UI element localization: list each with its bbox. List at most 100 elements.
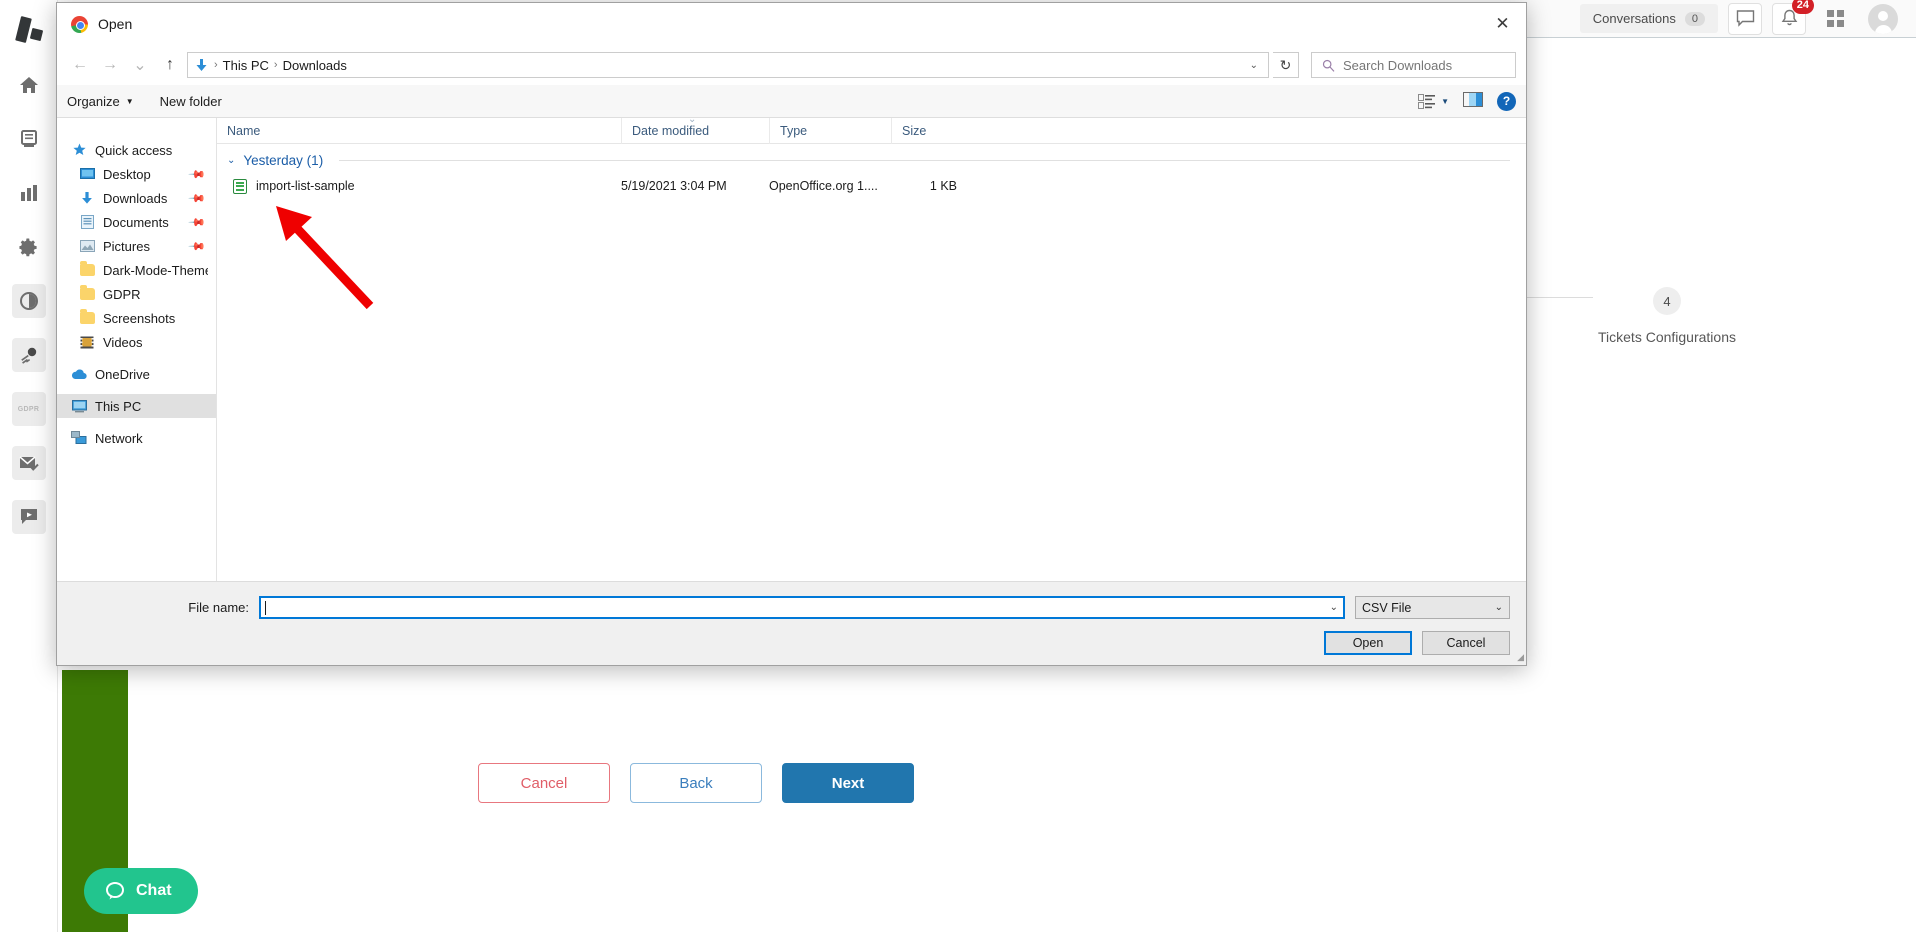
tree-item-videos[interactable]: Videos	[57, 330, 216, 354]
breadcrumb-item-0[interactable]: This PC	[223, 58, 269, 73]
tree-item-label: GDPR	[103, 286, 141, 302]
column-header-date-modified[interactable]: ⌄ Date modified	[621, 118, 769, 144]
wizard-step-4[interactable]: 4 Tickets Configurations	[1598, 287, 1736, 345]
sidebar-item-chat[interactable]	[11, 500, 46, 534]
notifications-button[interactable]: 24	[1772, 0, 1814, 35]
pin-icon: 📌	[187, 189, 206, 208]
tree-item-label: This PC	[95, 398, 142, 414]
video-chat-icon	[20, 509, 37, 524]
resize-grip[interactable]: ◢	[1517, 652, 1524, 663]
dialog-title-bar: Open ✕	[57, 3, 1526, 45]
conversations-label: Conversations	[1592, 11, 1676, 26]
column-header-name[interactable]: Name	[217, 118, 621, 144]
tree-item-network[interactable]: Network	[57, 426, 216, 450]
bar-chart-icon	[20, 185, 37, 201]
tree-item-desktop[interactable]: Desktop 📌	[57, 162, 216, 186]
conversations-count: 0	[1684, 11, 1705, 26]
file-name-row: File name: ⌄ CSV File ⌄	[73, 596, 1510, 619]
tree-item-label: Quick access	[95, 142, 173, 158]
user-menu[interactable]	[1852, 3, 1898, 34]
sidebar-item-settings[interactable]	[12, 230, 46, 264]
sidebar-item-mail[interactable]	[11, 446, 46, 480]
breadcrumb[interactable]: › This PC › Downloads ⌄	[187, 52, 1269, 78]
tree-item-gdpr[interactable]: GDPR	[57, 282, 216, 306]
apps-grid-button[interactable]	[1818, 3, 1852, 35]
breadcrumb-item-1[interactable]: Downloads	[283, 58, 347, 73]
view-layout-icon	[1418, 93, 1436, 109]
tree-item-quick-access[interactable]: Quick access	[57, 138, 216, 162]
sidebar-item-dark-mode[interactable]	[11, 284, 46, 318]
folder-icon	[79, 309, 95, 325]
step-number: 4	[1652, 287, 1681, 315]
file-type-select[interactable]: CSV File ⌄	[1355, 596, 1510, 619]
view-options-button[interactable]: ▼	[1418, 93, 1449, 109]
organize-button[interactable]: Organize ▼	[67, 94, 134, 109]
group-divider	[339, 160, 1510, 161]
sidebar-item-archive[interactable]	[12, 122, 46, 156]
nav-recent-locations-button[interactable]: ⌄	[127, 52, 153, 78]
open-file-dialog: Open ✕ ← → ⌄ ↑ › This PC › Downloads ⌄ ↻…	[56, 2, 1527, 666]
column-header-size[interactable]: Size	[891, 118, 971, 144]
left-nav-rail: GDPR	[0, 0, 58, 932]
column-label: Name	[227, 123, 261, 138]
close-icon[interactable]: ✕	[1479, 3, 1526, 45]
file-size-cell: 1 KB	[929, 179, 957, 193]
wizard-back-button[interactable]: Back	[630, 763, 762, 803]
sidebar-item-reports[interactable]	[12, 176, 46, 210]
search-input[interactable]: Search Downloads	[1311, 52, 1516, 78]
file-list-header: Name ⌄ Date modified Type Size	[217, 118, 1526, 144]
wizard-next-button[interactable]: Next	[782, 763, 914, 803]
breadcrumb-dropdown-icon[interactable]: ⌄	[1250, 60, 1262, 71]
step-label: Tickets Configurations	[1598, 329, 1736, 345]
chevron-down-icon: ▼	[1441, 96, 1449, 106]
wizard-cancel-button[interactable]: Cancel	[478, 763, 610, 803]
pictures-icon	[79, 239, 95, 253]
tree-item-label: Desktop	[103, 166, 151, 182]
sidebar-item-gdpr[interactable]: GDPR	[11, 392, 46, 426]
tree-item-pictures[interactable]: Pictures 📌	[57, 234, 216, 258]
network-icon	[71, 431, 87, 445]
refresh-button[interactable]: ↻	[1273, 52, 1299, 78]
tree-item-onedrive[interactable]: OneDrive	[57, 362, 216, 386]
dialog-cancel-button[interactable]: Cancel	[1422, 631, 1510, 655]
pin-icon: 📌	[187, 165, 206, 184]
preview-pane-button[interactable]	[1463, 92, 1483, 110]
comment-icon	[1736, 10, 1754, 27]
tree-item-label: Dark-Mode-Theme-	[103, 262, 208, 278]
messages-button[interactable]	[1728, 2, 1762, 35]
help-button[interactable]: ?	[1497, 91, 1516, 111]
new-folder-button[interactable]: New folder	[160, 94, 222, 109]
tree-item-dark-mode-theme[interactable]: Dark-Mode-Theme-	[57, 258, 216, 282]
tree-item-this-pc[interactable]: This PC	[57, 394, 216, 418]
tree-item-documents[interactable]: Documents 📌	[57, 210, 216, 234]
file-group-header[interactable]: ⌄ Yesterday (1)	[217, 144, 1526, 174]
nav-back-button[interactable]: ←	[67, 52, 93, 78]
nav-up-button[interactable]: ↑	[157, 52, 183, 78]
spreadsheet-icon	[233, 178, 247, 194]
table-row[interactable]: import-list-sample 5/19/2021 3:04 PM Ope…	[217, 174, 1526, 198]
file-date-cell: 5/19/2021 3:04 PM	[621, 179, 727, 193]
grid-icon	[1826, 10, 1844, 27]
tree-item-label: Downloads	[103, 190, 168, 206]
sidebar-item-home[interactable]	[12, 68, 46, 102]
chat-widget-button[interactable]: Chat	[84, 868, 198, 914]
nav-forward-button[interactable]: →	[97, 52, 123, 78]
chevron-down-icon[interactable]: ⌄	[1330, 602, 1343, 613]
dialog-buttons: Open Cancel	[73, 631, 1510, 655]
file-type-cell: OpenOffice.org 1....	[769, 179, 878, 193]
tree-item-downloads[interactable]: Downloads 📌	[57, 186, 216, 210]
file-name-input[interactable]: ⌄	[259, 596, 1345, 619]
sidebar-item-comet[interactable]	[11, 338, 46, 372]
tree-item-screenshots[interactable]: Screenshots	[57, 306, 216, 330]
conversations-chip[interactable]: Conversations 0	[1579, 4, 1718, 33]
file-group-label: Yesterday (1)	[243, 153, 324, 168]
onedrive-icon	[71, 367, 87, 381]
chrome-icon	[71, 15, 88, 33]
preview-pane-icon	[1463, 92, 1483, 107]
column-header-type[interactable]: Type	[769, 118, 891, 144]
open-button[interactable]: Open	[1324, 631, 1412, 655]
downloads-icon	[79, 191, 95, 205]
chevron-down-icon: ⌄	[227, 155, 236, 166]
tree-item-label: Network	[95, 430, 143, 446]
tree-item-label: OneDrive	[95, 366, 150, 382]
